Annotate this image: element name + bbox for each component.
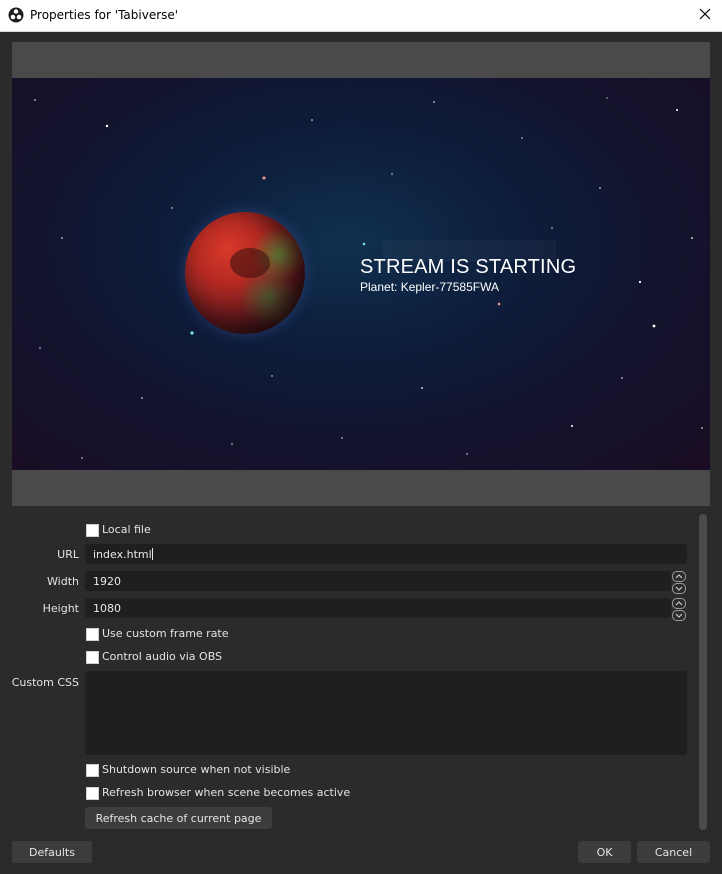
stream-headline: STREAM IS STARTING [360, 256, 577, 278]
refresh-cache-button[interactable]: Refresh cache of current page [85, 807, 272, 829]
control-audio-label: Control audio via OBS [102, 650, 223, 663]
custom-frame-rate-checkbox[interactable] [86, 628, 99, 641]
height-input[interactable]: 1080 [85, 598, 671, 618]
url-input[interactable]: index.html [85, 544, 687, 564]
chevron-down-icon[interactable] [672, 610, 686, 621]
local-file-label: Local file [102, 523, 151, 536]
planet-shade [230, 248, 270, 278]
custom-frame-rate-label: Use custom frame rate [102, 627, 229, 640]
width-label: Width [47, 575, 79, 588]
form-scrollbar[interactable] [699, 514, 707, 830]
cancel-label: Cancel [654, 845, 693, 859]
local-file-checkbox[interactable] [86, 524, 99, 537]
control-audio-checkbox[interactable] [86, 651, 99, 664]
ok-label: OK [596, 845, 613, 859]
chevron-up-icon[interactable] [672, 598, 686, 609]
close-icon [699, 8, 711, 23]
text-cursor [151, 548, 153, 560]
shutdown-checkbox[interactable] [86, 764, 99, 777]
custom-css-textarea[interactable] [85, 671, 687, 755]
url-label: URL [57, 548, 79, 561]
height-value: 1080 [93, 602, 121, 615]
custom-css-label: Custom CSS [11, 676, 79, 689]
window-title: Properties for 'Tabiverse' [30, 8, 179, 22]
width-stepper[interactable] [672, 571, 686, 594]
defaults-label: Defaults [29, 845, 75, 859]
shutdown-label: Shutdown source when not visible [102, 763, 291, 776]
ok-button[interactable]: OK [578, 841, 631, 863]
refresh-cache-label: Refresh cache of current page [95, 811, 262, 825]
properties-window: Properties for 'Tabiverse' STREAM IS STA… [0, 0, 722, 874]
width-input[interactable]: 1920 [85, 571, 671, 591]
height-stepper[interactable] [672, 598, 686, 621]
refresh-browser-label: Refresh browser when scene becomes activ… [102, 786, 351, 799]
chevron-up-icon[interactable] [672, 571, 686, 582]
cancel-button[interactable]: Cancel [637, 841, 710, 863]
title-bar: Properties for 'Tabiverse' [0, 0, 722, 32]
defaults-button[interactable]: Defaults [12, 841, 92, 863]
refresh-browser-checkbox[interactable] [86, 787, 99, 800]
browser-preview: STREAM IS STARTING Planet: Kepler-77585F… [12, 78, 710, 470]
obs-logo-icon [8, 7, 24, 23]
width-value: 1920 [93, 575, 121, 588]
chevron-down-icon[interactable] [672, 583, 686, 594]
preview-panel: STREAM IS STARTING Planet: Kepler-77585F… [12, 42, 710, 506]
height-label: Height [42, 602, 79, 615]
close-button[interactable] [688, 0, 722, 31]
stream-subtitle: Planet: Kepler-77585FWA [360, 280, 499, 294]
url-value: index.html [93, 548, 152, 561]
